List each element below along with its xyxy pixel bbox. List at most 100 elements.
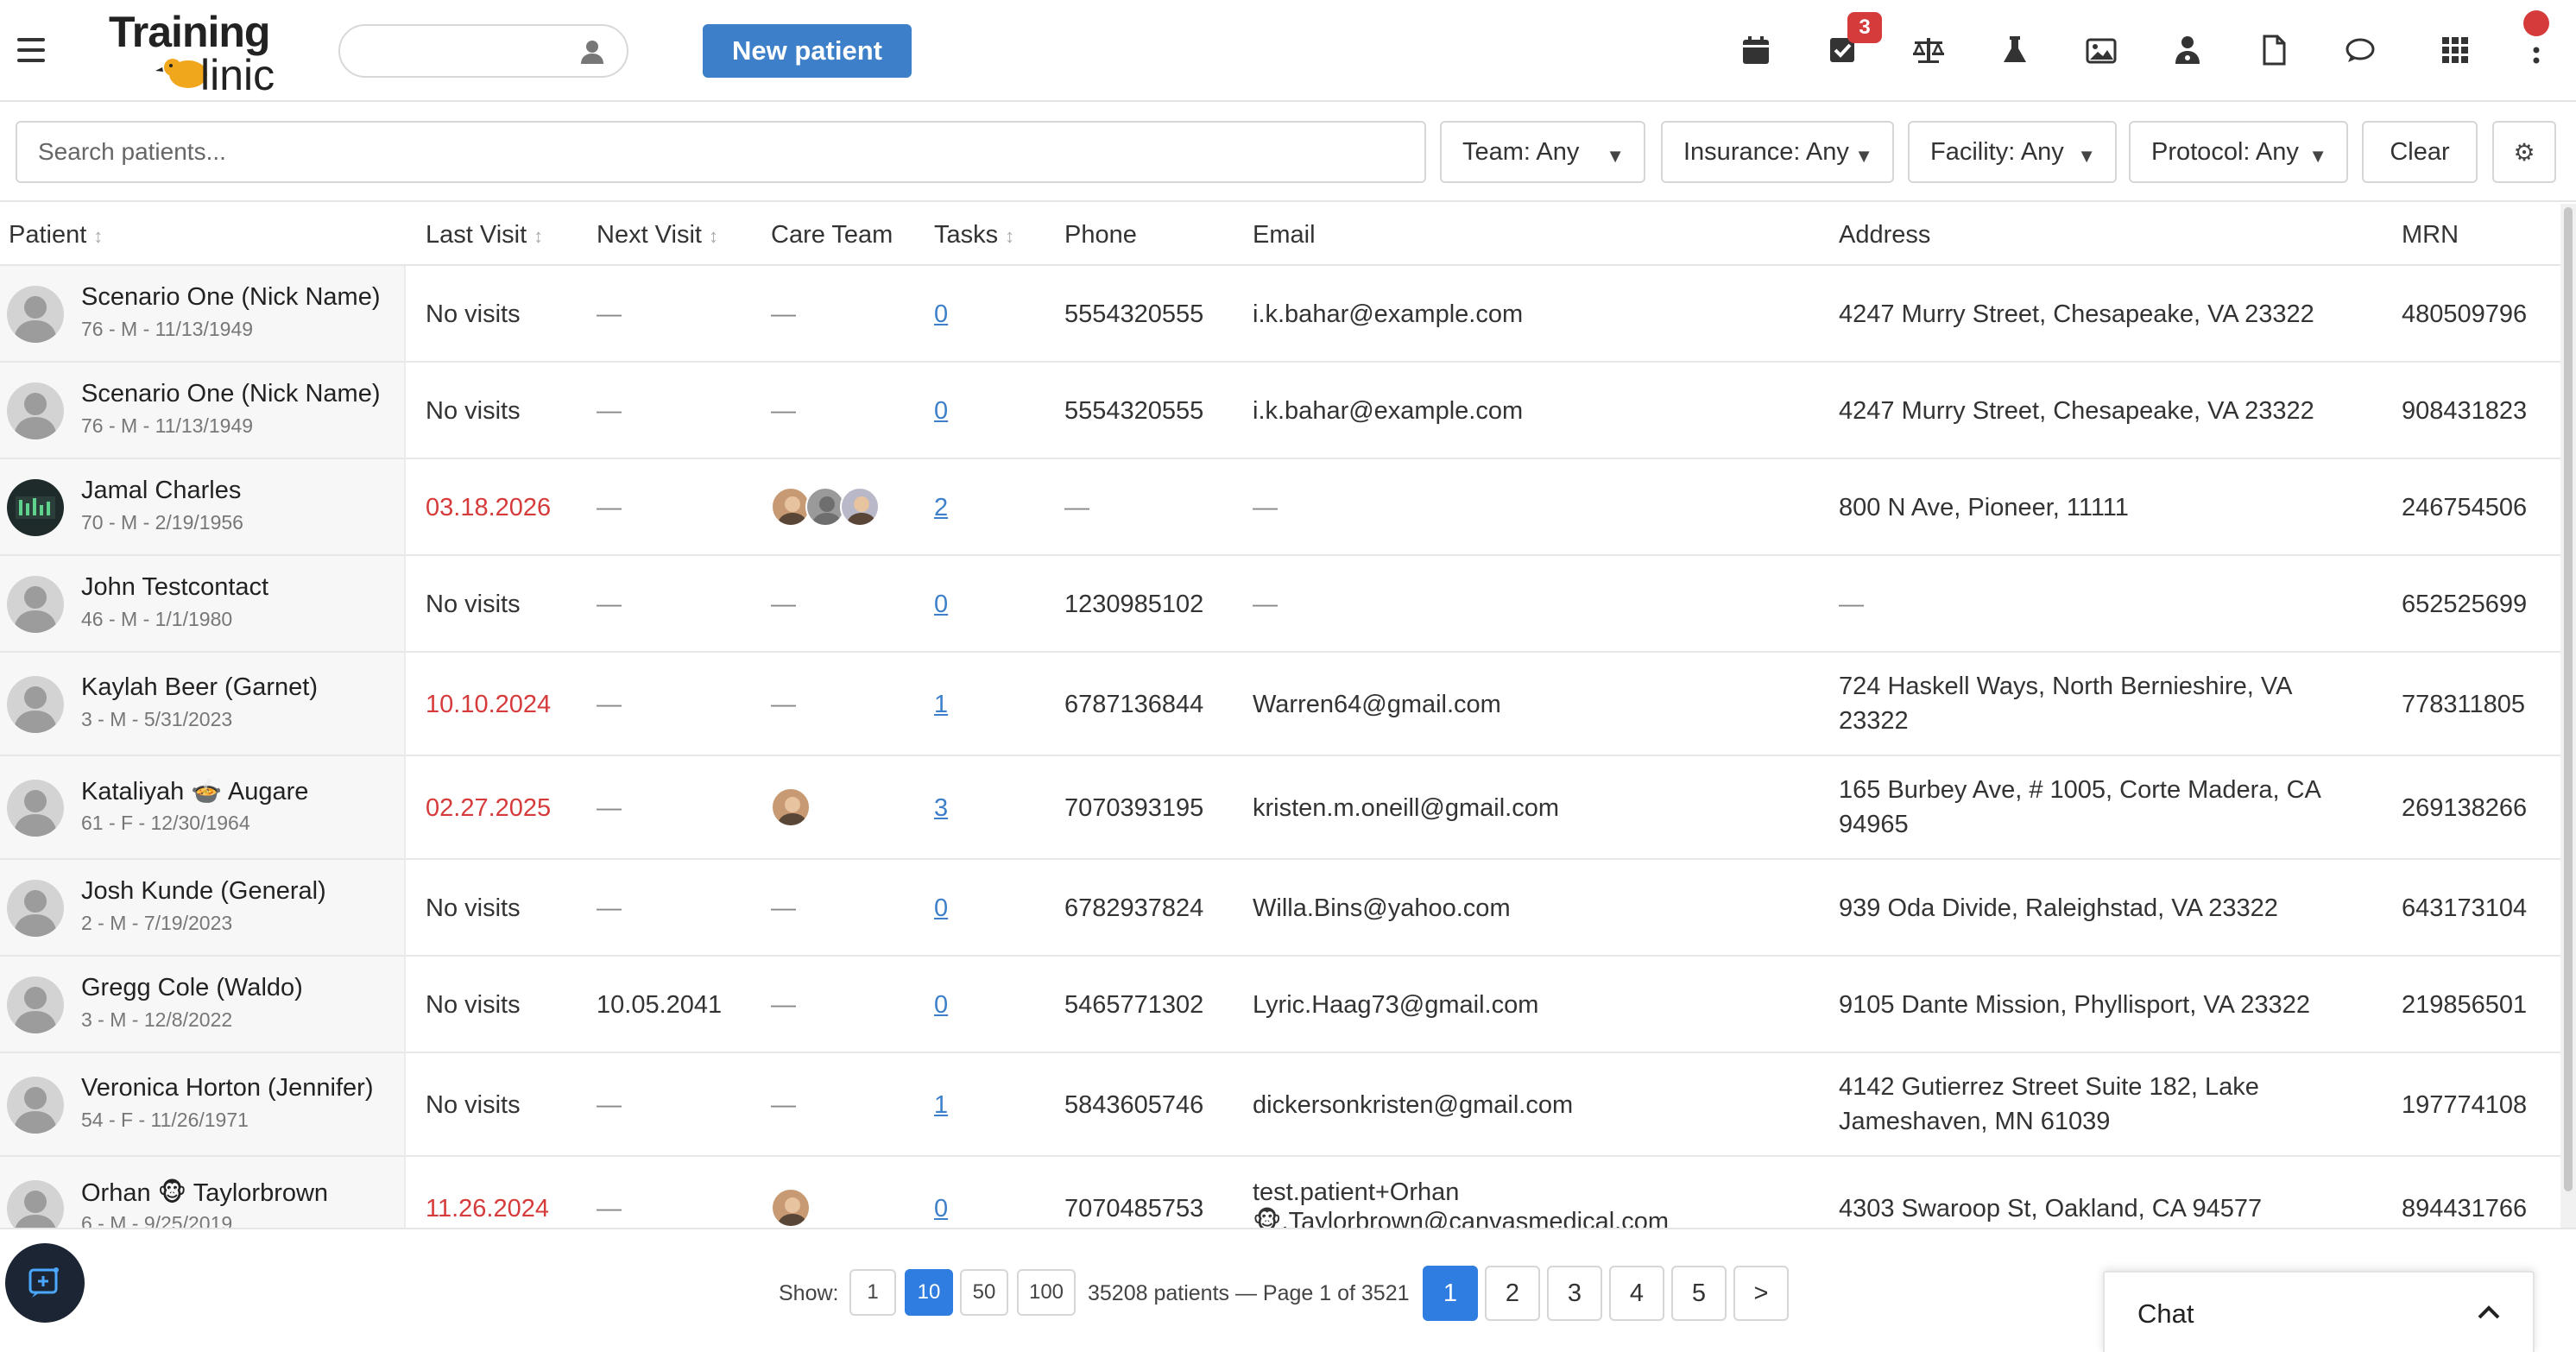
settings-gear-icon[interactable]: ⚙ xyxy=(2492,121,2556,183)
phone: 5554320555 xyxy=(1064,300,1204,328)
header-tasks[interactable]: Tasks ↕ xyxy=(934,221,1014,250)
patient-search-input[interactable]: Search patients... xyxy=(16,121,1426,183)
tasks-link[interactable]: 0 xyxy=(934,1192,948,1225)
caret-down-icon: ▼ xyxy=(1854,145,1873,167)
patient-details: 76 - M - 11/13/1949 xyxy=(81,318,254,340)
patient-cell[interactable]: Josh Kunde (General) 2 - M - 7/19/2023 xyxy=(0,860,406,955)
tasks-link[interactable]: 0 xyxy=(934,989,948,1021)
email: i.k.bahar@example.com xyxy=(1253,397,1524,425)
patient-name[interactable]: Kaylah Beer (Garnet) xyxy=(81,673,318,702)
doctor-icon[interactable] xyxy=(2170,33,2205,67)
patient-cell[interactable]: Kaylah Beer (Garnet) 3 - M - 5/31/2023 xyxy=(0,653,406,755)
scales-icon[interactable] xyxy=(1911,33,1946,67)
tasks-link[interactable]: 1 xyxy=(934,688,948,721)
care-team-member-avatar[interactable] xyxy=(771,1188,811,1228)
tasks-link[interactable]: 3 xyxy=(934,792,948,824)
patient-cell[interactable]: Veronica Horton (Jennifer) 54 - F - 11/26… xyxy=(0,1053,406,1155)
more-vertical-icon[interactable] xyxy=(2519,33,2554,67)
patient-cell[interactable]: Gregg Cole (Waldo) 3 - M - 12/8/2022 xyxy=(0,957,406,1052)
table-row[interactable]: Scenario One (Nick Name) 76 - M - 11/13/1… xyxy=(0,363,2560,459)
patient-cell[interactable]: John Testcontact 46 - M - 1/1/1980 xyxy=(0,556,406,651)
page-button-4[interactable]: 4 xyxy=(1609,1266,1664,1321)
chat-panel[interactable]: Chat xyxy=(2103,1271,2535,1352)
chevron-up-icon[interactable] xyxy=(2474,1298,2503,1328)
team-filter-dropdown[interactable]: Team: Any ▼ xyxy=(1440,121,1645,183)
care-team-member-avatar[interactable] xyxy=(840,487,880,527)
patient-name[interactable]: Kataliyah 🍲 Augare xyxy=(81,777,308,806)
page-button-1[interactable]: 1 xyxy=(1423,1266,1478,1321)
patient-cell[interactable]: Scenario One (Nick Name) 76 - M - 11/13/1… xyxy=(0,266,406,361)
scrollbar-thumb[interactable] xyxy=(2564,207,2573,1191)
patient-name[interactable]: Gregg Cole (Waldo) xyxy=(81,974,303,1002)
page-button-5[interactable]: 5 xyxy=(1671,1266,1727,1321)
care-team-member-avatar[interactable] xyxy=(771,787,811,827)
table-row[interactable]: Kaylah Beer (Garnet) 3 - M - 5/31/2023 10.… xyxy=(0,653,2560,756)
next-visit: — xyxy=(597,397,622,425)
patient-name[interactable]: Orhan 🐵 Taylorbrown xyxy=(81,1178,328,1208)
assistant-button[interactable] xyxy=(5,1243,85,1323)
caret-down-icon: ▼ xyxy=(2077,145,2096,167)
clear-filters-button[interactable]: Clear xyxy=(2362,121,2478,183)
filter-bar: Search patients... Team: Any ▼ Insurance:… xyxy=(0,104,2576,202)
patient-cell[interactable]: Kataliyah 🍲 Augare 61 - F - 12/30/1964 xyxy=(0,756,406,858)
next-visit: — xyxy=(597,691,622,718)
table-scrollbar[interactable] xyxy=(2560,204,2576,1228)
chat-bubble-icon[interactable] xyxy=(2343,33,2377,67)
tasks-link[interactable]: 0 xyxy=(934,892,948,925)
patient-cell[interactable]: Jamal Charles 70 - M - 2/19/1956 xyxy=(0,459,406,554)
patient-name[interactable]: Veronica Horton (Jennifer) xyxy=(81,1074,374,1102)
page-button-2[interactable]: 2 xyxy=(1485,1266,1540,1321)
patients-table: Patient ↕ Last Visit ↕ Next Visit ↕ Care Te… xyxy=(0,204,2560,1228)
table-row[interactable]: John Testcontact 46 - M - 1/1/1980 No visi… xyxy=(0,556,2560,653)
next-page-button[interactable]: > xyxy=(1733,1266,1789,1321)
page-size-100[interactable]: 100 xyxy=(1017,1269,1076,1316)
header-last-visit[interactable]: Last Visit ↕ xyxy=(426,221,543,250)
table-row[interactable]: Jamal Charles 70 - M - 2/19/1956 03.18.202… xyxy=(0,459,2560,556)
patient-name[interactable]: Jamal Charles xyxy=(81,477,241,505)
facility-filter-dropdown[interactable]: Facility: Any ▼ xyxy=(1908,121,2117,183)
page-size-1[interactable]: 1 xyxy=(849,1269,896,1316)
page-size-10[interactable]: 10 xyxy=(905,1269,953,1316)
address: 4303 Swaroop St, Oakland, CA 94577 xyxy=(1839,1195,2263,1222)
phone: 6787136844 xyxy=(1064,691,1204,718)
patient-avatar xyxy=(7,382,64,439)
flask-icon[interactable] xyxy=(1998,33,2032,67)
image-icon[interactable] xyxy=(2084,33,2118,67)
patient-cell[interactable]: Orhan 🐵 Taylorbrown 6 - M - 9/25/2019 xyxy=(0,1157,406,1228)
table-row[interactable]: Josh Kunde (General) 2 - M - 7/19/2023 No … xyxy=(0,860,2560,957)
tasks-link[interactable]: 1 xyxy=(934,1089,948,1121)
table-row[interactable]: Gregg Cole (Waldo) 3 - M - 12/8/2022 No vi… xyxy=(0,957,2560,1053)
calendar-icon[interactable] xyxy=(1739,33,1773,67)
new-patient-button[interactable]: New patient xyxy=(703,24,912,78)
table-row[interactable]: Veronica Horton (Jennifer) 54 - F - 11/26… xyxy=(0,1053,2560,1157)
tasks-link[interactable]: 0 xyxy=(934,395,948,427)
patient-name[interactable]: Josh Kunde (General) xyxy=(81,877,326,906)
address: 9105 Dante Mission, Phyllisport, VA 2332… xyxy=(1839,991,2310,1019)
quick-search-input[interactable] xyxy=(338,24,628,78)
patient-name[interactable]: John Testcontact xyxy=(81,573,268,602)
patient-name[interactable]: Scenario One (Nick Name) xyxy=(81,283,381,312)
insurance-filter-dropdown[interactable]: Insurance: Any ▼ xyxy=(1661,121,1894,183)
header-next-visit[interactable]: Next Visit ↕ xyxy=(597,221,718,250)
tasks-link[interactable]: 0 xyxy=(934,588,948,621)
protocol-filter-dropdown[interactable]: Protocol: Any ▼ xyxy=(2129,121,2348,183)
clinic-logo[interactable]: Training linic xyxy=(105,7,278,99)
header-patient[interactable]: Patient ↕ xyxy=(9,221,103,250)
hamburger-menu-icon[interactable] xyxy=(17,38,45,62)
table-row[interactable]: Kataliyah 🍲 Augare 61 - F - 12/30/1964 02.… xyxy=(0,756,2560,860)
address: 800 N Ave, Pioneer, 11111 xyxy=(1839,494,2129,521)
patient-details: 3 - M - 12/8/2022 xyxy=(81,1008,233,1031)
patient-name[interactable]: Scenario One (Nick Name) xyxy=(81,380,381,408)
tasks-link[interactable]: 0 xyxy=(934,298,948,331)
table-row[interactable]: Orhan 🐵 Taylorbrown 6 - M - 9/25/2019 11.2… xyxy=(0,1157,2560,1228)
page-button-3[interactable]: 3 xyxy=(1547,1266,1602,1321)
sort-icon: ↕ xyxy=(93,225,104,247)
tasks-link[interactable]: 2 xyxy=(934,491,948,524)
table-row[interactable]: Scenario One (Nick Name) 76 - M - 11/13/1… xyxy=(0,266,2560,363)
header-phone: Phone xyxy=(1064,221,1137,249)
patient-details: 70 - M - 2/19/1956 xyxy=(81,511,243,534)
apps-grid-icon[interactable] xyxy=(2438,33,2472,67)
page-size-50[interactable]: 50 xyxy=(960,1269,1008,1316)
document-icon[interactable] xyxy=(2257,33,2291,67)
patient-cell[interactable]: Scenario One (Nick Name) 76 - M - 11/13/1… xyxy=(0,363,406,458)
